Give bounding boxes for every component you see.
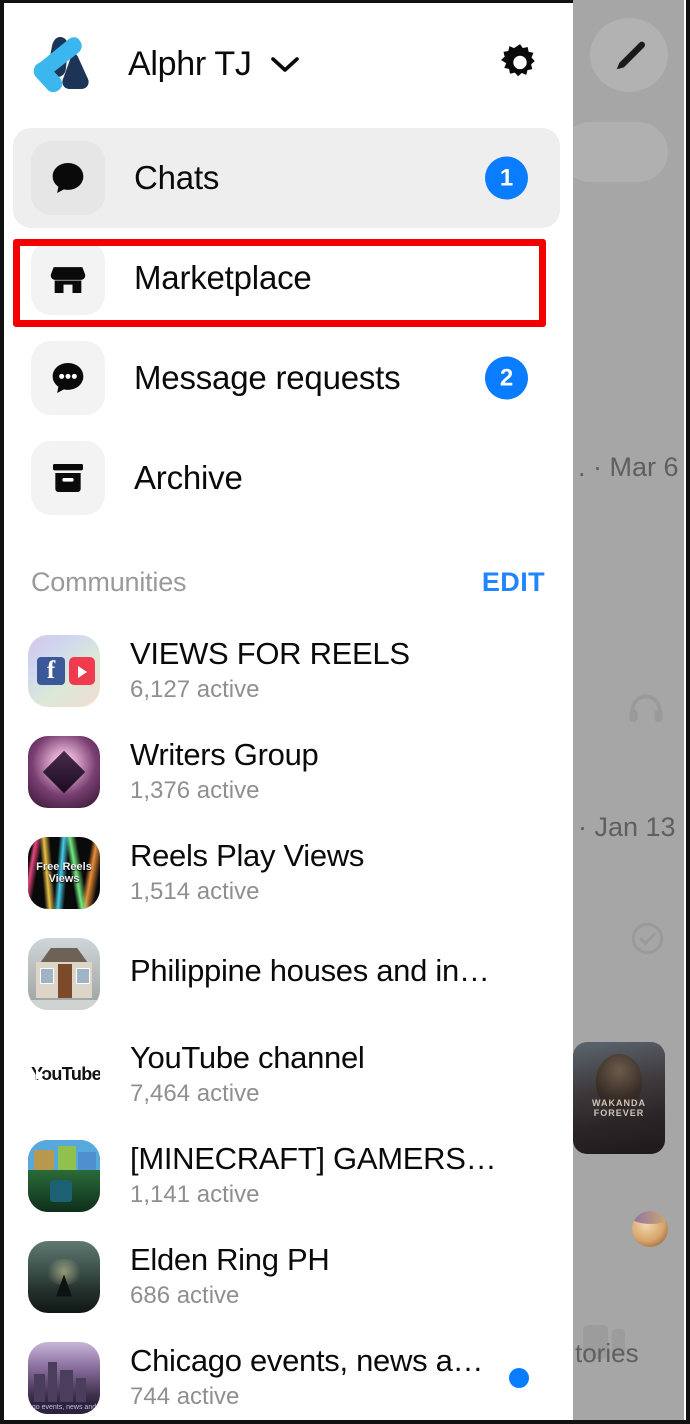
- archive-box-icon-tile: [31, 441, 105, 515]
- community-avatar: [28, 735, 100, 808]
- community-name: YouTube channel: [130, 1040, 365, 1076]
- community-active-count: 686 active: [130, 1282, 240, 1310]
- nav-item-marketplace[interactable]: Marketplace: [13, 228, 560, 328]
- communities-edit-button[interactable]: EDIT: [482, 567, 545, 598]
- chat-dots-icon: [52, 363, 84, 393]
- community-text: Philippine houses and in…: [130, 952, 490, 994]
- contact-avatar[interactable]: [632, 1211, 668, 1247]
- community-active-count: 1,514 active: [130, 878, 260, 906]
- chat-bubble-icon-tile: [31, 141, 105, 215]
- community-text: Writers Group 1,376 active: [130, 737, 319, 805]
- community-text: [MINECRAFT] GAMERS… 1,141 active: [130, 1141, 497, 1209]
- community-name: VIEWS FOR REELS: [130, 636, 410, 672]
- avatar-art: [76, 967, 90, 984]
- avatar-art: [48, 1361, 57, 1404]
- avatar-label: ago events, news and gov: [28, 1401, 100, 1414]
- community-name: [MINECRAFT] GAMERS…: [130, 1141, 497, 1177]
- archive-box-icon: [53, 464, 83, 492]
- nav-label-archive: Archive: [134, 459, 243, 496]
- communities-list: f VIEWS FOR REELS 6,127 active Writers G…: [0, 620, 573, 1424]
- bg-date-mar: . · Mar 6: [578, 452, 679, 482]
- community-item-elden-ring-ph[interactable]: Elden Ring PH 686 active: [0, 1226, 573, 1327]
- nav-item-chats[interactable]: Chats 1: [13, 128, 560, 228]
- drawer-header: Alphr TJ: [0, 3, 573, 125]
- avatar-art: [50, 1179, 72, 1202]
- community-avatar: YouTube: [28, 1038, 100, 1111]
- nav-label-marketplace: Marketplace: [134, 259, 312, 296]
- community-avatar: Free Reels Views: [28, 836, 100, 909]
- community-active-count: 6,127 active: [130, 676, 260, 704]
- nav-item-message-requests[interactable]: Message requests 2: [13, 328, 560, 428]
- bg-date-jan: · Jan 13: [578, 812, 676, 842]
- community-active-count: 7,464 active: [130, 1080, 260, 1108]
- screen-right-border: [686, 0, 690, 1424]
- thumbnail-caption: WAKANDA FOREVER: [592, 1098, 646, 1118]
- nav-label-message-requests: Message requests: [134, 359, 401, 396]
- community-active-count: 1,376 active: [130, 777, 260, 805]
- community-name: Writers Group: [130, 737, 319, 773]
- community-name: Philippine houses and in…: [130, 952, 490, 988]
- stories-label: tories: [575, 1338, 639, 1368]
- community-avatar: [28, 1240, 100, 1313]
- community-name: Chicago events, news a…: [130, 1343, 484, 1379]
- gear-icon[interactable]: [497, 41, 543, 87]
- communities-title: Communities: [31, 566, 187, 597]
- community-item-views-for-reels[interactable]: f VIEWS FOR REELS 6,127 active: [0, 620, 573, 721]
- account-name[interactable]: Alphr TJ: [128, 45, 252, 84]
- nav-label-chats: Chats: [134, 159, 220, 196]
- community-active-count: 1,141 active: [130, 1181, 260, 1209]
- media-thumbnail[interactable]: WAKANDA FOREVER: [573, 1042, 665, 1154]
- community-text: Chicago events, news a… 744 active: [130, 1343, 484, 1411]
- storefront-icon-tile: [31, 241, 105, 315]
- community-item-chicago-events[interactable]: ago events, news and gov Chicago events,…: [0, 1327, 573, 1424]
- avatar-art: [78, 1151, 96, 1172]
- community-item-reels-play-views[interactable]: Free Reels Views Reels Play Views 1,514 a…: [0, 822, 573, 923]
- community-item-writers-group[interactable]: Writers Group 1,376 active: [0, 721, 573, 822]
- avatar-art: [58, 1145, 76, 1172]
- community-avatar: f: [28, 634, 100, 707]
- screen-bottom-border: [0, 1420, 690, 1424]
- community-avatar: [28, 1139, 100, 1212]
- community-name: Reels Play Views: [130, 838, 365, 874]
- community-text: VIEWS FOR REELS 6,127 active: [130, 637, 410, 703]
- headphones-icon: [629, 694, 663, 722]
- avatar-art: [28, 999, 100, 1010]
- chat-bubble-icon: [52, 163, 84, 193]
- community-item-minecraft-gamers[interactable]: [MINECRAFT] GAMERS… 1,141 active: [0, 1125, 573, 1226]
- facebook-icon: f: [37, 656, 65, 685]
- navigation-drawer: Alphr TJ Chats 1 Marketplace Message req…: [0, 0, 573, 1424]
- community-avatar: ago events, news and gov: [28, 1341, 100, 1414]
- community-text: Elden Ring PH 686 active: [130, 1242, 330, 1310]
- avatar-art: [58, 963, 72, 998]
- search-pill[interactable]: [560, 122, 668, 182]
- community-text: YouTube channel 7,464 active: [130, 1041, 365, 1107]
- avatar-label: Free Reels Views: [36, 860, 92, 885]
- avatar-art: [34, 1149, 54, 1172]
- reels-icon: [69, 656, 95, 685]
- avatar-art: [40, 967, 54, 984]
- pencil-compose-icon: [616, 41, 646, 70]
- storefront-icon: [50, 267, 86, 293]
- alphr-logo[interactable]: [26, 31, 98, 97]
- drawer-nav-list: Chats 1 Marketplace Message requests 2 A…: [0, 128, 573, 528]
- nav-item-archive[interactable]: Archive: [13, 428, 560, 528]
- community-text: Reels Play Views 1,514 active: [130, 839, 364, 905]
- avatar-art: [76, 1377, 86, 1404]
- chevron-down-icon[interactable]: [270, 55, 300, 73]
- communities-header: Communities EDIT: [0, 552, 573, 612]
- community-active-count: 744 active: [130, 1383, 240, 1411]
- avatar-art: [60, 1369, 73, 1404]
- community-item-philippine-houses[interactable]: Philippine houses and in…: [0, 923, 573, 1024]
- badge-chats: 1: [485, 156, 528, 200]
- avatar-art: [34, 1373, 45, 1404]
- community-item-youtube-channel[interactable]: YouTube YouTube channel 7,464 active: [0, 1024, 573, 1125]
- chat-dots-icon-tile: [31, 341, 105, 415]
- community-avatar: [28, 937, 100, 1010]
- badge-message-requests: 2: [485, 356, 528, 400]
- check-circle-icon: [631, 922, 664, 955]
- community-name: Elden Ring PH: [130, 1242, 330, 1278]
- unread-dot: [509, 1367, 529, 1388]
